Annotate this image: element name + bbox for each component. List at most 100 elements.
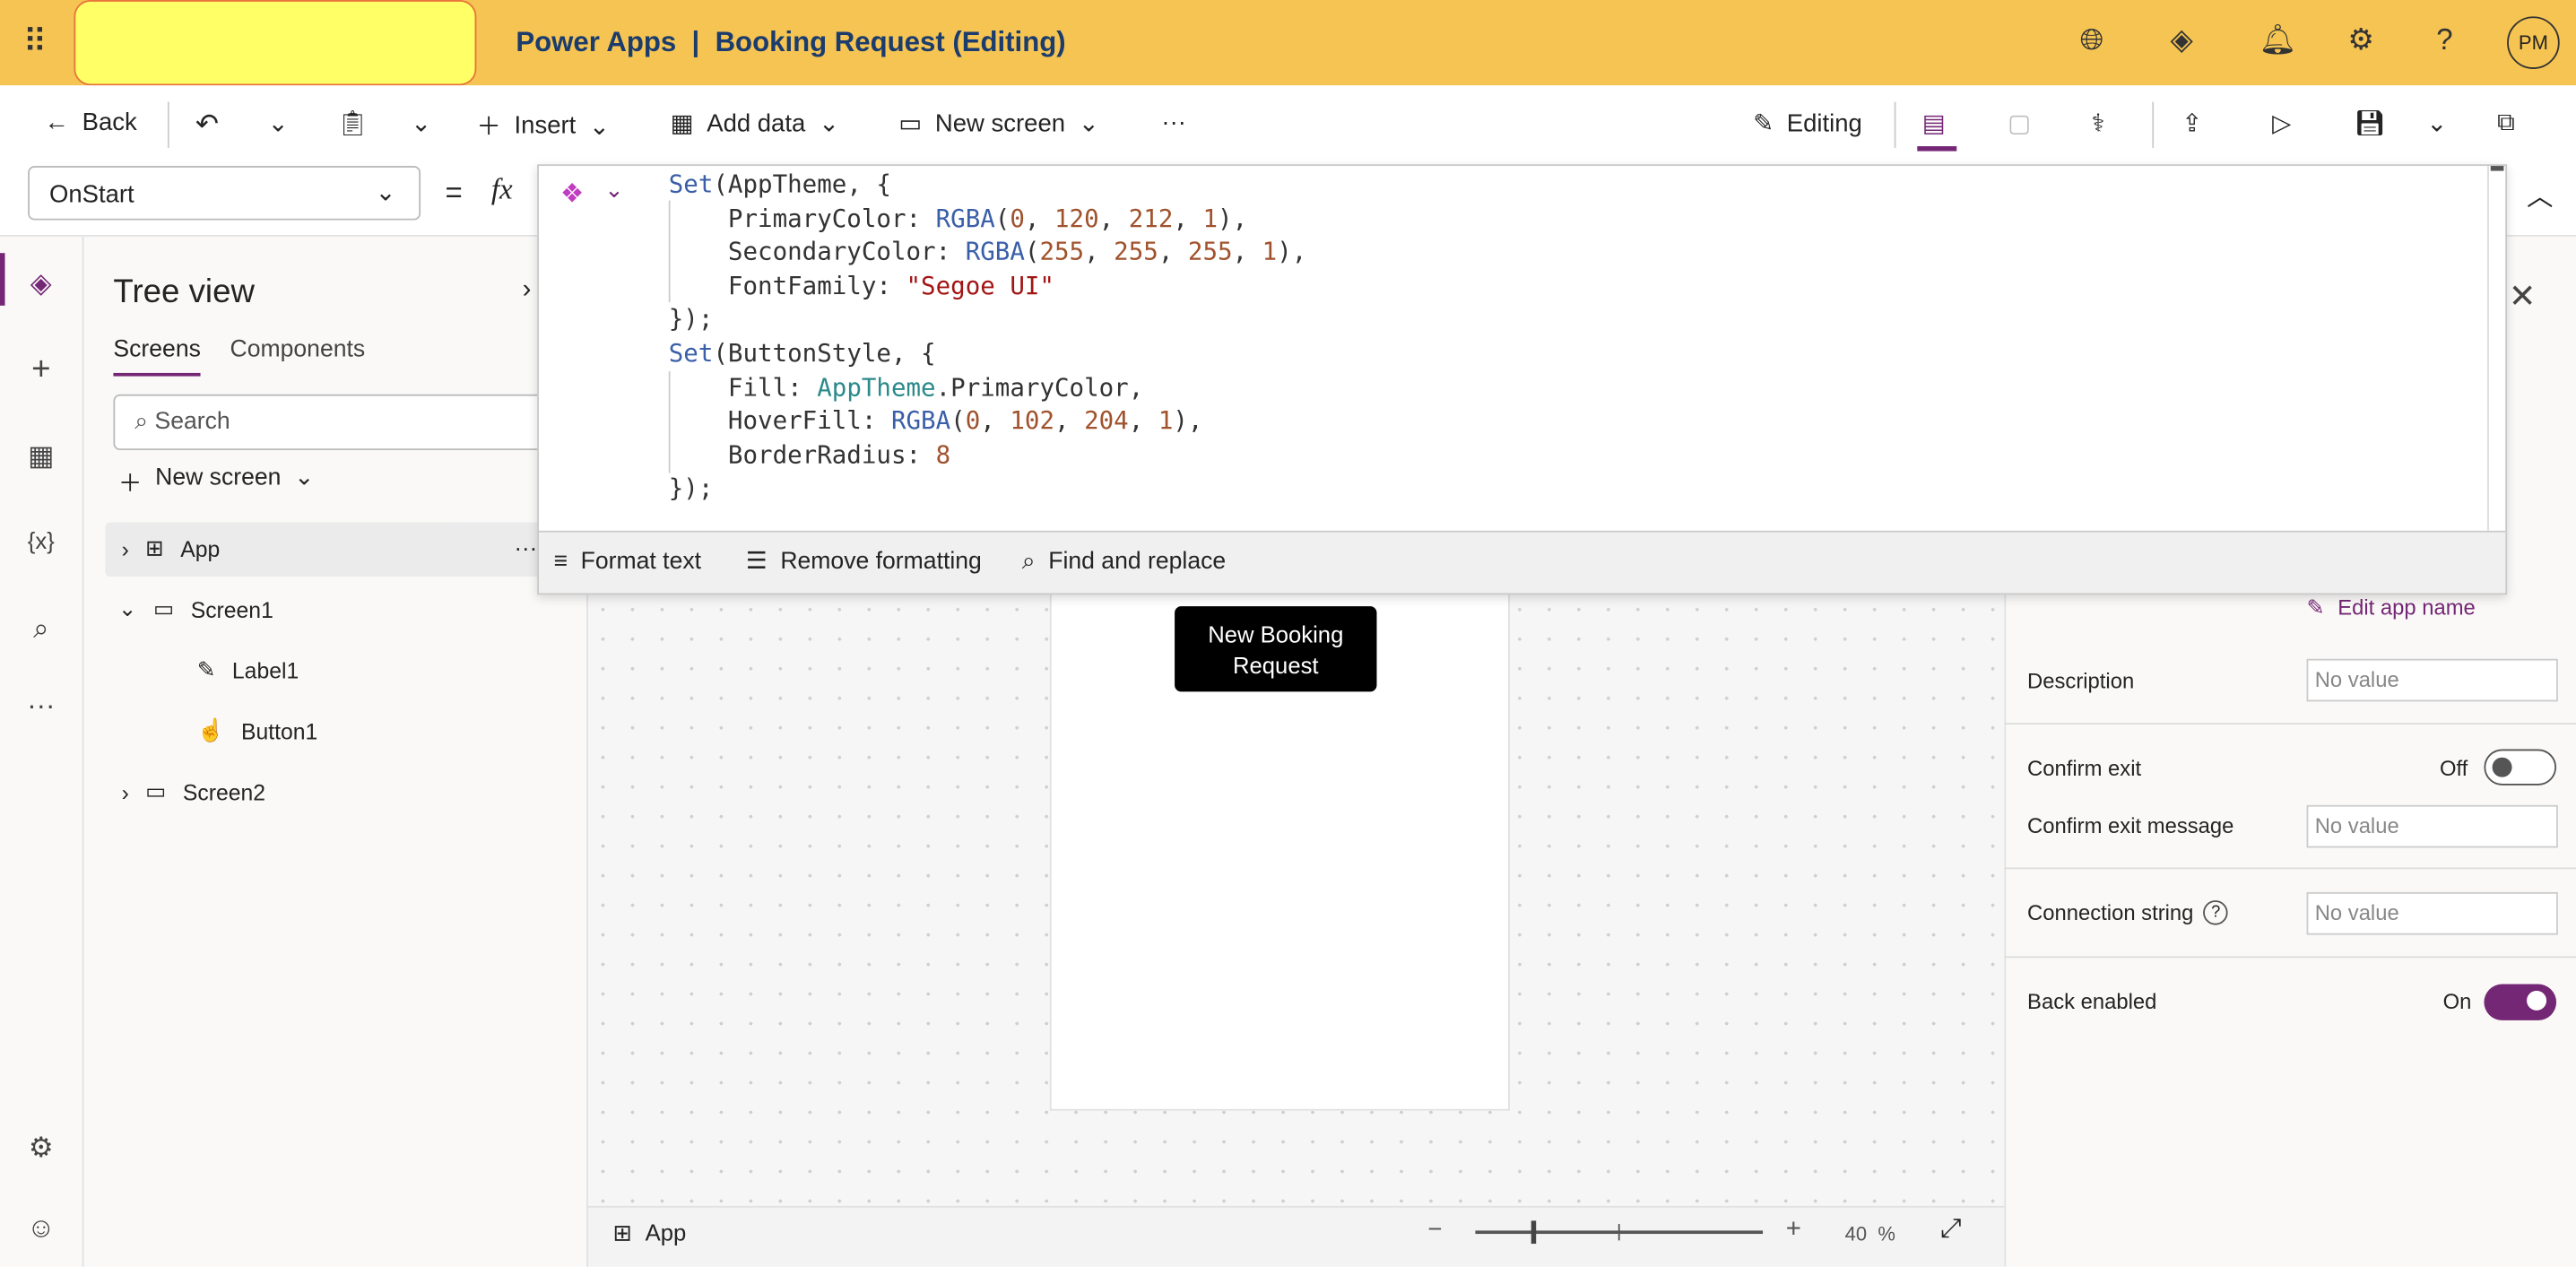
- plus-icon: ＋: [476, 113, 501, 142]
- zoom-unit: %: [1878, 1222, 1895, 1245]
- settings-icon[interactable]: ⚙: [23, 1132, 59, 1165]
- code-token: 255: [1039, 237, 1085, 267]
- notes-icon[interactable]: ▤: [1922, 108, 1946, 138]
- description-label: Description: [2027, 668, 2135, 694]
- code-token: .PrimaryColor,: [935, 372, 1144, 403]
- remove-formatting-button[interactable]: ☰ Remove formatting: [746, 549, 982, 575]
- property-dropdown[interactable]: OnStart ⌄: [28, 166, 421, 221]
- code-token: 1: [1158, 405, 1174, 436]
- tree-item-screen1[interactable]: ⌄ ▭ Screen1: [118, 596, 273, 622]
- fit-to-window-icon[interactable]: ⤢: [1940, 1216, 1961, 1245]
- description-input[interactable]: No value: [2306, 658, 2558, 702]
- confirm-exit-message-label: Confirm exit message: [2027, 812, 2234, 838]
- plus-icon[interactable]: +: [23, 351, 59, 389]
- variables-icon[interactable]: {x}: [23, 527, 59, 553]
- document-title: Booking Request (Editing): [715, 26, 1066, 58]
- tree-item-label1[interactable]: ✎ Label1: [197, 657, 299, 683]
- help-icon[interactable]: ?: [2203, 900, 2228, 925]
- add-data-label: Add data: [707, 108, 806, 137]
- play-icon[interactable]: ▷: [2272, 108, 2291, 138]
- rail-active-indicator: [0, 253, 5, 306]
- connection-string-input[interactable]: No value: [2306, 891, 2558, 935]
- close-icon[interactable]: ✕: [2509, 276, 2537, 317]
- data-table-icon[interactable]: ▦: [23, 440, 59, 473]
- globe-icon[interactable]: 🌐︎: [2080, 23, 2103, 57]
- editing-button[interactable]: ✎ Editing: [1753, 108, 1862, 138]
- code-token: Set: [668, 338, 714, 369]
- virtual-agent-icon[interactable]: ☺: [23, 1212, 59, 1245]
- confirm-exit-toggle[interactable]: [2484, 749, 2557, 785]
- save-icon[interactable]: 💾︎: [2355, 108, 2386, 138]
- comment-icon[interactable]: ▢: [2008, 108, 2031, 138]
- copilot-icon[interactable]: ◈: [2170, 23, 2192, 57]
- more-button[interactable]: ···: [1161, 108, 1185, 136]
- zoom-slider[interactable]: [1475, 1220, 1764, 1245]
- code-token: 255: [1187, 237, 1233, 267]
- layers-icon[interactable]: ◈: [23, 268, 59, 301]
- back-enabled-toggle[interactable]: [2484, 984, 2557, 1020]
- code-token: RGBA: [890, 405, 951, 436]
- code-token: ),: [1277, 237, 1307, 267]
- formula-code[interactable]: Set(AppTheme, { PrimaryColor: RGBA(0, 12…: [669, 168, 1307, 506]
- tab-components[interactable]: Components: [230, 337, 366, 363]
- paste-dropdown-chevron-icon[interactable]: ⌄: [411, 108, 431, 138]
- code-token: "Segoe UI": [906, 270, 1054, 300]
- collapse-panel-chevron-icon[interactable]: ›: [523, 276, 532, 306]
- zoom-slider-thumb[interactable]: [1531, 1220, 1537, 1245]
- code-line: });: [669, 472, 1307, 506]
- chevron-down-icon: ⌄: [1078, 109, 1099, 138]
- more-icon[interactable]: ···: [23, 690, 59, 724]
- code-token: ,: [1232, 237, 1262, 267]
- editor-scrollbar[interactable]: [2487, 166, 2505, 531]
- code-token: PrimaryColor:: [668, 203, 936, 233]
- app-checker-icon[interactable]: ⚕: [2092, 108, 2105, 138]
- code-token: ,: [1128, 405, 1158, 436]
- bell-icon[interactable]: 🔔︎: [2259, 23, 2296, 57]
- undo-button[interactable]: ↶: [195, 108, 219, 142]
- connection-string-row: Connection string?: [2027, 900, 2228, 925]
- find-replace-button[interactable]: ⌕ Find and replace: [1022, 549, 1226, 575]
- code-token: 212: [1128, 203, 1174, 233]
- code-token: });: [668, 473, 714, 504]
- new-booking-request-button[interactable]: New Booking Request: [1175, 606, 1377, 692]
- publish-icon[interactable]: ⧉: [2497, 108, 2515, 136]
- code-token: 1: [1262, 237, 1278, 267]
- back-button[interactable]: ← Back: [44, 108, 136, 136]
- paste-icon[interactable]: 📋︎: [337, 108, 369, 138]
- share-icon[interactable]: ⇪: [2181, 108, 2202, 138]
- save-dropdown-chevron-icon[interactable]: ⌄: [2426, 108, 2447, 138]
- tree-item-screen2[interactable]: › ▭ Screen2: [122, 779, 265, 805]
- new-screen-link[interactable]: ＋ New screen ⌄: [118, 465, 314, 499]
- tree-item-button1[interactable]: ☝ Button1: [197, 718, 317, 744]
- zoom-out-button[interactable]: −: [1427, 1216, 1442, 1244]
- copilot-chevron-down-icon[interactable]: ⌄: [604, 176, 624, 204]
- zoom-slider-midmark: [1618, 1224, 1620, 1241]
- editing-label: Editing: [1786, 108, 1862, 137]
- tab-screens[interactable]: Screens: [113, 337, 200, 363]
- tree-item-label: Screen2: [182, 779, 266, 804]
- zoom-in-button[interactable]: +: [1786, 1216, 1801, 1245]
- edit-app-name-link[interactable]: ✎ Edit app name: [2307, 594, 2476, 620]
- search-input[interactable]: ⌕ Search: [113, 394, 558, 451]
- gear-icon[interactable]: ⚙: [2347, 23, 2374, 57]
- insert-button[interactable]: ＋ Insert ⌄: [476, 108, 610, 143]
- search-icon[interactable]: ⌕: [23, 612, 59, 646]
- scrollbar-thumb[interactable]: [2490, 166, 2504, 171]
- breadcrumb-app[interactable]: ⊞ App: [612, 1219, 686, 1247]
- code-token: 120: [1054, 203, 1099, 233]
- tree-item-app[interactable]: › ⊞ App: [122, 535, 221, 561]
- code-token: RGBA: [965, 237, 1025, 267]
- new-screen-button[interactable]: ▭ New screen ⌄: [898, 108, 1098, 138]
- app-icon: ⊞: [612, 1219, 632, 1245]
- avatar[interactable]: PM: [2507, 16, 2560, 69]
- more-options-icon[interactable]: ···: [515, 534, 538, 560]
- collapse-chevron-up-icon[interactable]: ︿: [2527, 174, 2553, 213]
- help-icon[interactable]: ?: [2436, 23, 2452, 57]
- zoom-level: 40 %: [1845, 1222, 1895, 1245]
- copilot-icon[interactable]: ❖: [560, 178, 584, 211]
- undo-dropdown-chevron-icon[interactable]: ⌄: [268, 108, 289, 138]
- add-data-button[interactable]: ▦ Add data ⌄: [671, 108, 839, 138]
- format-text-button[interactable]: ≡ Format text: [553, 549, 701, 575]
- confirm-exit-message-input[interactable]: No value: [2306, 804, 2558, 848]
- waffle-icon[interactable]: ⠿: [23, 22, 48, 63]
